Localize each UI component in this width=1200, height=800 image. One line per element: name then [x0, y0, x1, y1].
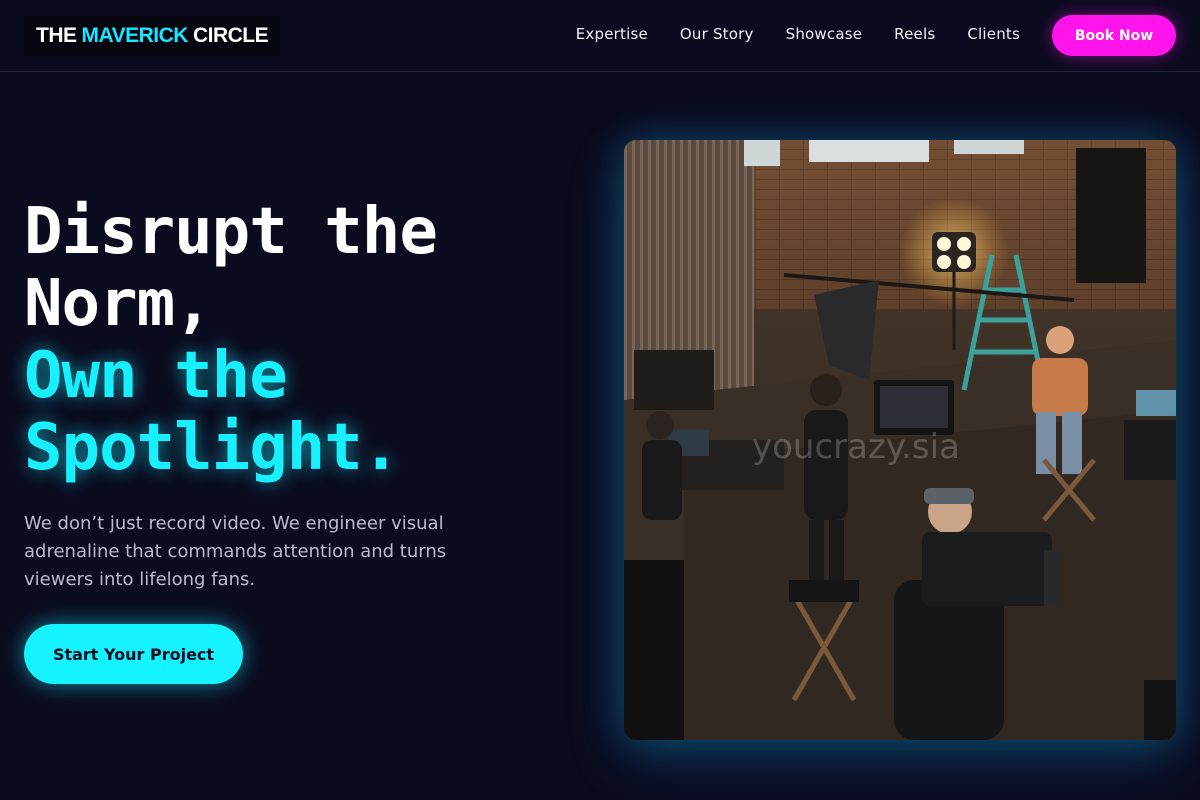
hero-title-line-4: Spotlight. — [24, 411, 400, 485]
start-project-button[interactable]: Start Your Project — [24, 624, 243, 684]
nav-link-clients[interactable]: Clients — [967, 25, 1020, 43]
hero-title-line-3: Own the — [24, 339, 288, 413]
site-header: THE MAVERICK CIRCLE Expertise Our Story … — [0, 0, 1200, 72]
logo-text-circle: CIRCLE — [192, 24, 269, 47]
nav-link-expertise[interactable]: Expertise — [576, 25, 648, 43]
nav-link-reels[interactable]: Reels — [894, 25, 935, 43]
logo-text-maverick: MAVERICK — [81, 24, 189, 47]
book-now-button[interactable]: Book Now — [1052, 15, 1176, 56]
nav-link-our-story[interactable]: Our Story — [680, 25, 754, 43]
hero-title: Disrupt the Norm, Own the Spotlight. — [24, 196, 584, 484]
brand-logo[interactable]: THE MAVERICK CIRCLE — [24, 16, 281, 56]
hero-title-line-2: Norm, — [24, 267, 213, 341]
nav-link-showcase[interactable]: Showcase — [786, 25, 863, 43]
hero-title-line-1: Disrupt the — [24, 195, 438, 269]
logo-text-the: THE — [36, 24, 77, 47]
hero-photo-film-set: youcrazy.sia — [624, 140, 1176, 740]
hero-subtitle: We don’t just record video. We engineer … — [24, 513, 447, 590]
photo-watermark: youcrazy.sia — [752, 427, 960, 467]
main-nav: Expertise Our Story Showcase Reels Clien… — [576, 22, 1020, 46]
